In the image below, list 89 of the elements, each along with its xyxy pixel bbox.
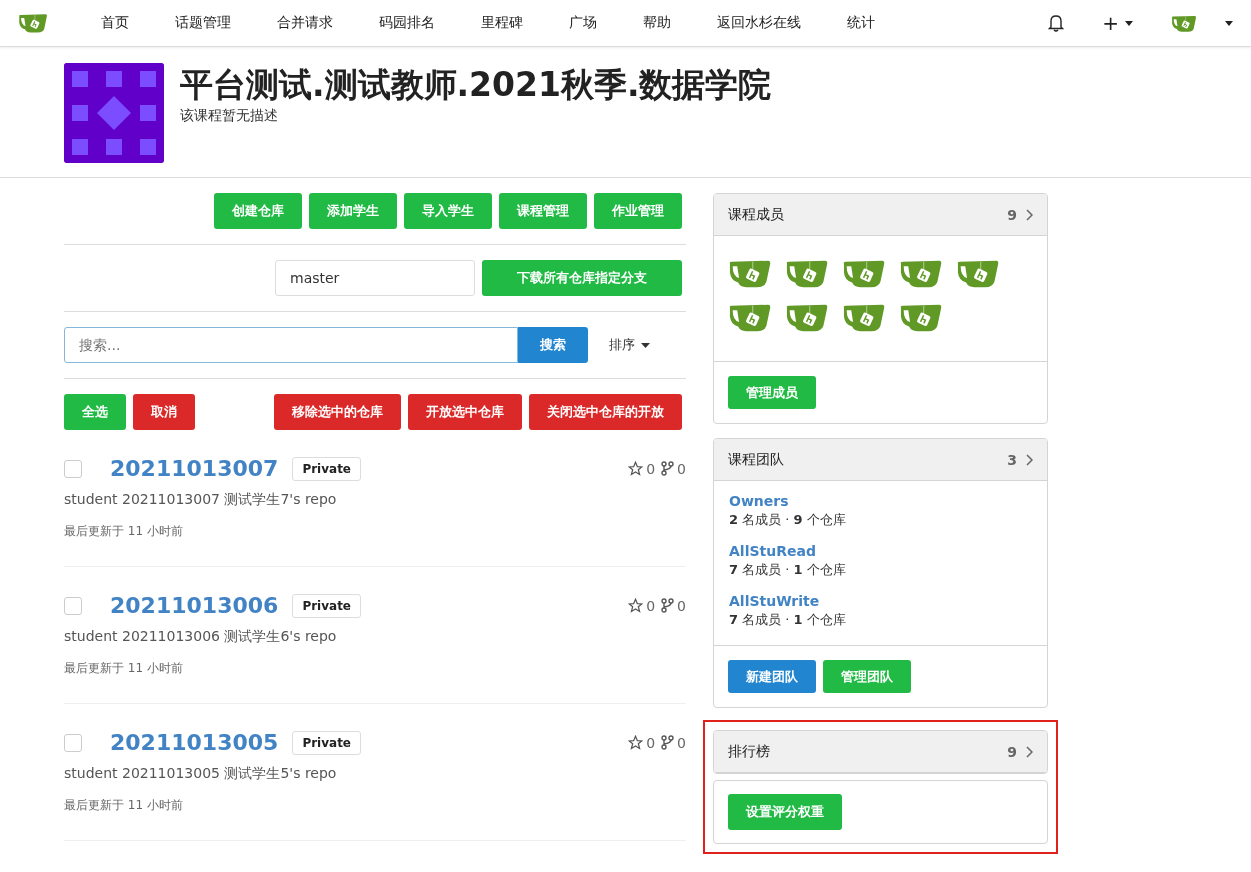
manage-members-button[interactable]: 管理成员: [728, 376, 816, 409]
member-avatar-icon: [785, 302, 829, 333]
action-button[interactable]: 课程管理: [499, 193, 587, 229]
branch-input[interactable]: master: [275, 260, 475, 296]
fork-count: 0: [677, 597, 686, 614]
repo-name-link[interactable]: 20211013005: [110, 730, 279, 755]
nav-link[interactable]: 返回水杉在线: [694, 14, 824, 32]
caret-icon[interactable]: [1125, 20, 1133, 26]
fork-count: 0: [677, 734, 686, 751]
star-count: 0: [646, 597, 656, 614]
member-avatar-icon: [785, 258, 829, 289]
team-button[interactable]: 新建团队: [728, 660, 816, 693]
download-button[interactable]: 下载所有仓库指定分支: [482, 260, 682, 296]
updated-time: 最后更新于 11 小时前: [64, 797, 184, 814]
star-icon: [628, 598, 644, 613]
action-button[interactable]: 作业管理: [594, 193, 682, 229]
panel-count: 9: [1007, 743, 1017, 760]
visibility-label: Private: [292, 730, 361, 755]
score-weight-button[interactable]: 设置评分权重: [728, 794, 842, 830]
nav-link[interactable]: 里程碑: [458, 14, 546, 32]
chevron-right-icon[interactable]: [1025, 453, 1033, 466]
member-avatar-icon: [842, 302, 886, 333]
member-avatar-icon: [956, 258, 1000, 289]
nav-link[interactable]: 话题管理: [152, 14, 254, 32]
nav-link[interactable]: 广场: [546, 14, 620, 32]
bulk-action-button[interactable]: 移除选中的仓库: [274, 394, 401, 430]
updated-time: 最后更新于 11 小时前: [64, 660, 184, 677]
repo-checkbox[interactable]: [64, 459, 82, 478]
action-button[interactable]: 添加学生: [309, 193, 397, 229]
repo-checkbox[interactable]: [64, 596, 82, 615]
team-name-link[interactable]: Owners: [729, 493, 1032, 509]
sort-dropdown[interactable]: 排序: [609, 336, 635, 354]
logo-icon: [18, 12, 48, 34]
visibility-label: Private: [292, 456, 361, 481]
action-button[interactable]: 导入学生: [404, 193, 492, 229]
member-avatar-icon: [728, 258, 772, 289]
nav-link[interactable]: 统计: [824, 14, 898, 32]
fork-count: 0: [677, 460, 686, 477]
team-name-link[interactable]: AllStuWrite: [729, 593, 1032, 609]
bulk-action-button[interactable]: 关闭选中仓库的开放: [529, 394, 682, 430]
nav-link[interactable]: 码园排名: [356, 14, 458, 32]
nav-link[interactable]: 帮助: [620, 14, 694, 32]
star-icon: [628, 735, 644, 750]
nav-link[interactable]: 合并请求: [254, 14, 356, 32]
select-all-button[interactable]: 全选: [64, 394, 126, 430]
chevron-right-icon[interactable]: [1025, 745, 1033, 758]
course-logo-icon: [64, 63, 164, 163]
panel-title: 课程成员: [728, 205, 785, 224]
fork-icon: [661, 461, 675, 476]
bell-icon[interactable]: [1048, 14, 1065, 32]
chevron-right-icon[interactable]: [1025, 208, 1033, 221]
repo-description: student 20211013006 测试学生6's repo: [64, 628, 338, 646]
repo-name-link[interactable]: 20211013007: [110, 456, 279, 481]
star-count: 0: [646, 460, 656, 477]
course-title: 平台测试.测试教师.2021秋季.数据学院: [180, 64, 772, 106]
repo-description: student 20211013005 测试学生5's repo: [64, 765, 338, 783]
team-info: 7 名成员 · 1 个仓库: [729, 561, 847, 579]
member-avatar-icon: [728, 302, 772, 333]
team-info: 2 名成员 · 9 个仓库: [729, 511, 847, 529]
fork-icon: [661, 735, 675, 750]
team-info: 7 名成员 · 1 个仓库: [729, 611, 847, 629]
caret-icon[interactable]: [641, 342, 650, 348]
panel-count: 3: [1007, 451, 1017, 468]
updated-time: 最后更新于 11 小时前: [64, 523, 184, 540]
course-description: 该课程暂无描述: [180, 107, 279, 125]
nav-link[interactable]: 首页: [78, 14, 152, 32]
visibility-label: Private: [292, 593, 361, 618]
panel-title: 排行榜: [728, 742, 771, 761]
repo-checkbox[interactable]: [64, 733, 82, 752]
panel-count: 9: [1007, 206, 1017, 223]
search-button[interactable]: 搜索: [518, 327, 588, 363]
cancel-button[interactable]: 取消: [133, 394, 195, 430]
repo-name-link[interactable]: 20211013006: [110, 593, 279, 618]
bulk-action-button[interactable]: 开放选中仓库: [408, 394, 522, 430]
member-avatar-icon: [899, 258, 943, 289]
fork-icon: [661, 598, 675, 613]
create-menu[interactable]: +: [1102, 11, 1119, 35]
team-name-link[interactable]: AllStuRead: [729, 543, 1032, 559]
star-count: 0: [646, 734, 656, 751]
avatar-icon: [1171, 13, 1197, 33]
member-avatar-icon: [842, 258, 886, 289]
action-button[interactable]: 创建仓库: [214, 193, 302, 229]
search-field[interactable]: 搜索...: [64, 327, 518, 363]
repo-description: student 20211013007 测试学生7's repo: [64, 491, 338, 509]
panel-title: 课程团队: [728, 450, 785, 469]
team-button[interactable]: 管理团队: [823, 660, 911, 693]
caret-icon[interactable]: [1225, 20, 1233, 26]
star-icon: [628, 461, 644, 476]
member-avatar-icon: [899, 302, 943, 333]
